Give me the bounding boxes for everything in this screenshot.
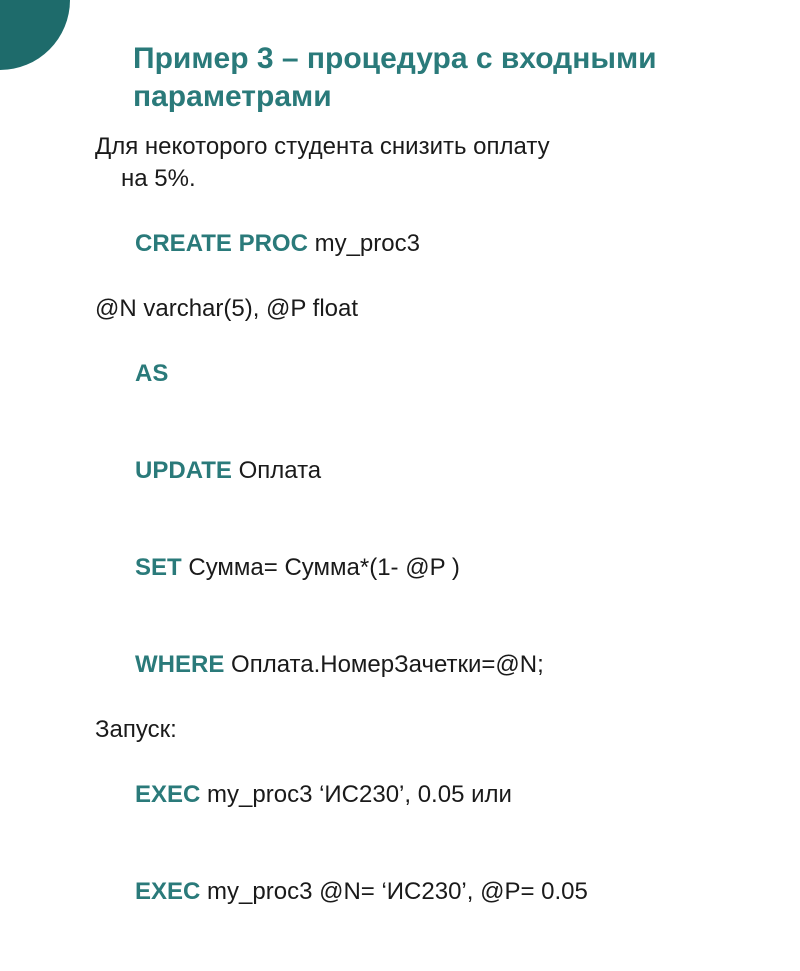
exec1-rest: my_proc3 ‘ИС230’, 0.05 или bbox=[200, 781, 512, 808]
slide-content: Пример 3 – процедура с входными параметр… bbox=[0, 0, 800, 971]
code-where: WHERE Оплата.НомерЗачетки=@N; bbox=[95, 617, 750, 714]
kw-as: AS bbox=[135, 360, 168, 387]
slide-body: Для некоторого студента снизить оплату н… bbox=[95, 131, 750, 941]
kw-set: SET bbox=[135, 554, 182, 581]
code-params: @N varchar(5), @P float bbox=[95, 293, 750, 325]
kw-update: UPDATE bbox=[135, 457, 232, 484]
update-table: Оплата bbox=[232, 457, 321, 484]
run-label: Запуск: bbox=[95, 714, 750, 746]
desc-line-1: Для некоторого студента снизить оплату bbox=[95, 131, 750, 163]
code-exec2: EXEC my_proc3 @N= ‘ИС230’, @P= 0.05 bbox=[95, 844, 750, 941]
where-expr: Оплата.НомерЗачетки=@N; bbox=[224, 651, 543, 678]
slide-title: Пример 3 – процедура с входными параметр… bbox=[95, 40, 750, 115]
kw-create: CREATE PROC bbox=[135, 230, 308, 257]
set-expr: Сумма= Сумма*(1- @P ) bbox=[182, 554, 460, 581]
code-update: UPDATE Оплата bbox=[95, 423, 750, 520]
kw-exec1: EXEC bbox=[135, 781, 200, 808]
kw-where: WHERE bbox=[135, 651, 224, 678]
code-create: CREATE PROC my_proc3 bbox=[95, 196, 750, 293]
proc-name: my_proc3 bbox=[308, 230, 420, 257]
exec2-rest: my_proc3 @N= ‘ИС230’, @P= 0.05 bbox=[200, 878, 587, 905]
desc-line-2: на 5%. bbox=[95, 163, 750, 195]
code-exec1: EXEC my_proc3 ‘ИС230’, 0.05 или bbox=[95, 746, 750, 843]
code-as: AS bbox=[95, 325, 750, 422]
code-set: SET Сумма= Сумма*(1- @P ) bbox=[95, 520, 750, 617]
kw-exec2: EXEC bbox=[135, 878, 200, 905]
